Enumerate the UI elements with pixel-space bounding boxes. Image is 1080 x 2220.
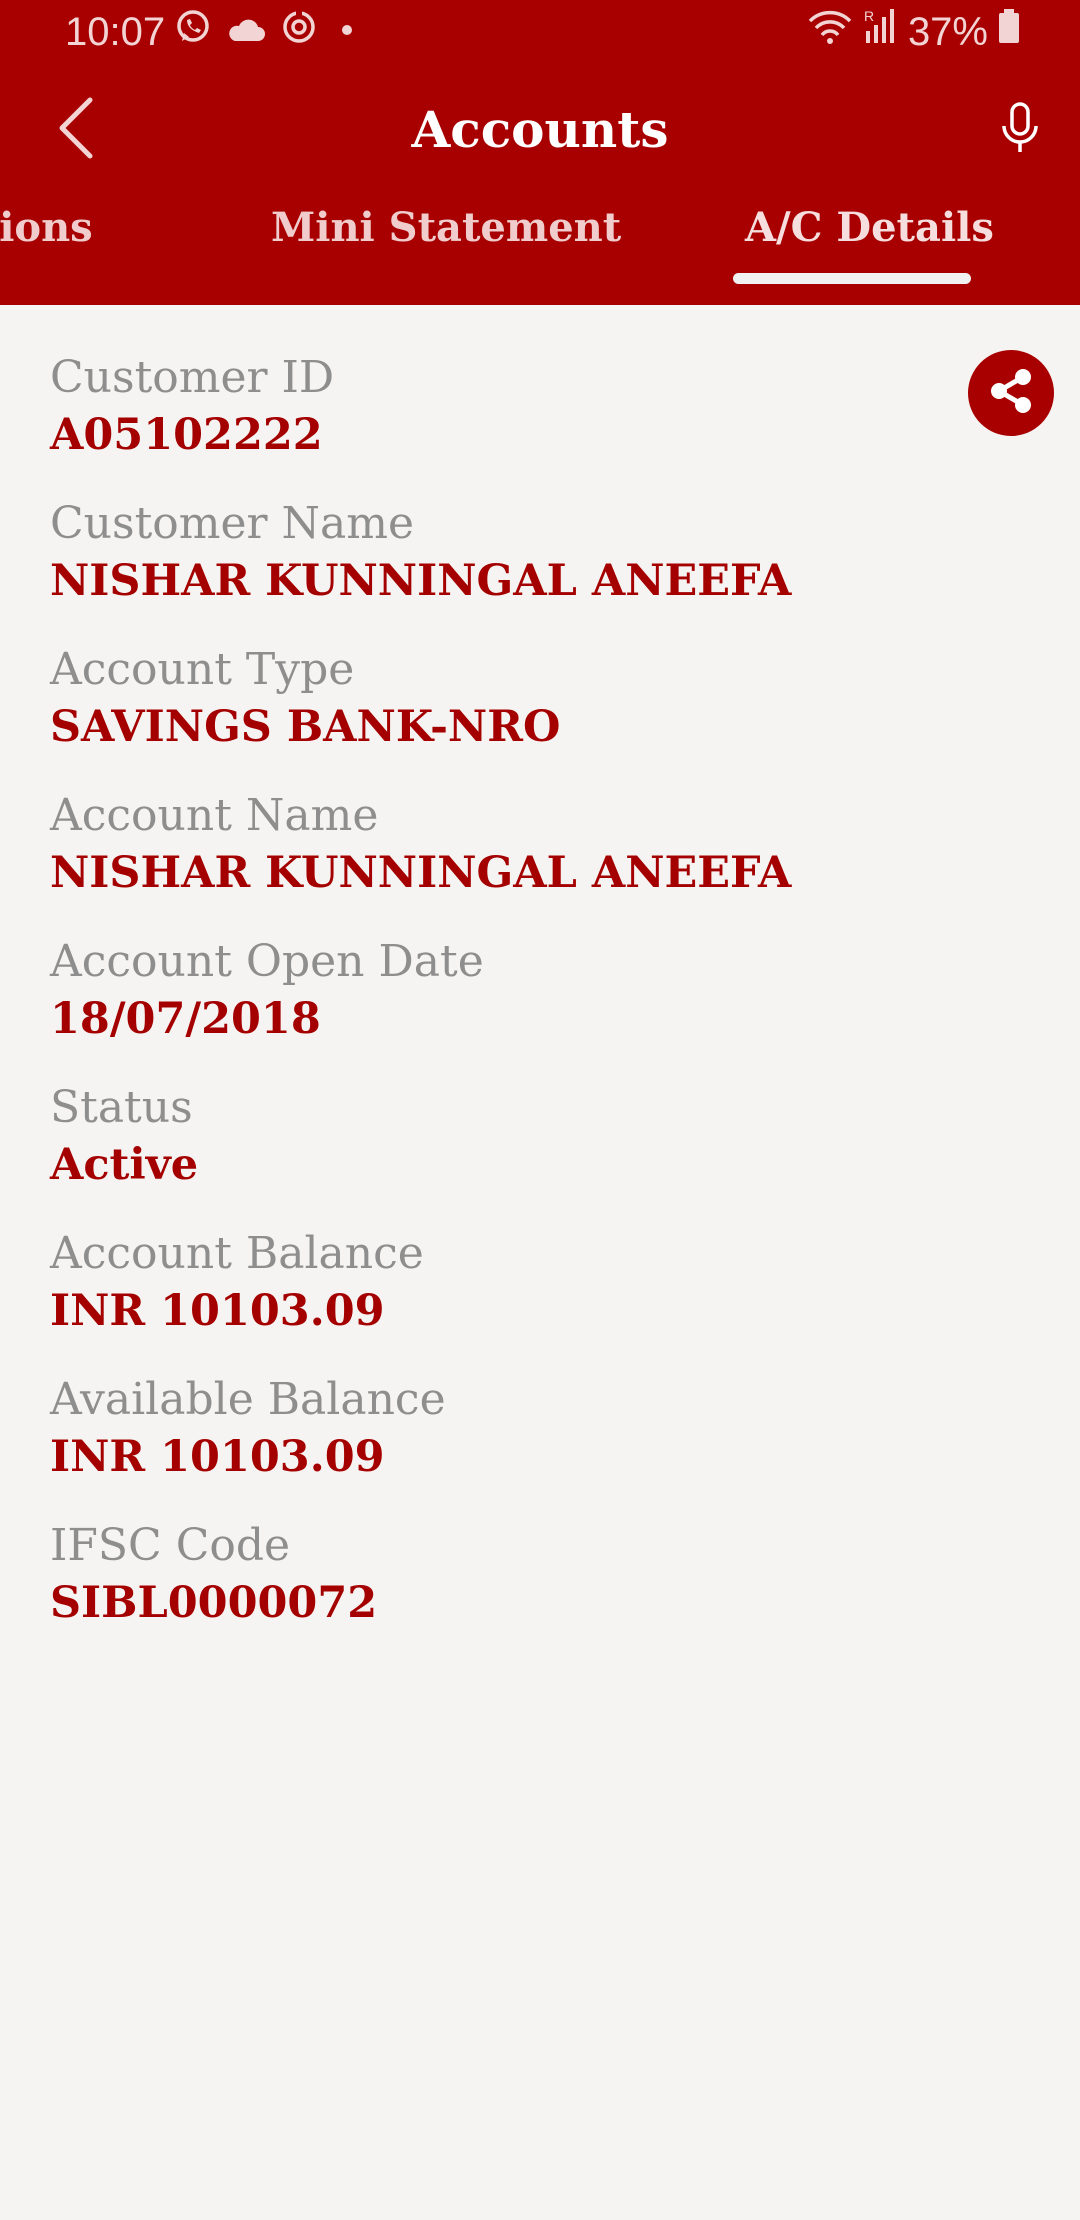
field-account-open-date: Account Open Date 18/07/2018 [50, 934, 950, 1048]
field-label: Customer Name [50, 498, 415, 549]
dot-icon [332, 10, 362, 55]
field-label: Status [50, 1082, 193, 1133]
field-value: INR 10103.09 [50, 1286, 385, 1336]
voice-search-button[interactable] [988, 98, 1052, 162]
field-account-name: Account Name NISHAR KUNNINGAL ANEEFA [50, 788, 950, 902]
field-account-type: Account Type SAVINGS BANK-NRO [50, 642, 950, 756]
battery-icon [998, 9, 1020, 55]
sync-icon [280, 8, 318, 56]
field-ifsc-code: IFSC Code SIBL0000072 [50, 1518, 950, 1632]
field-value: INR 10103.09 [50, 1432, 385, 1482]
active-tab-indicator [733, 273, 971, 284]
field-label: Account Name [50, 790, 379, 841]
system-icons: R 37% [808, 8, 1020, 56]
tab-bar: Transactions Mini Statement A/C Details [0, 195, 1080, 295]
microphone-icon [1000, 102, 1040, 158]
wifi-icon [808, 9, 852, 55]
field-customer-id: Customer ID A05102222 [50, 350, 950, 464]
field-value: 18/07/2018 [50, 994, 321, 1044]
tab-transactions[interactable]: Transactions [0, 195, 93, 261]
field-status: Status Active [50, 1080, 950, 1194]
whatsapp-icon [174, 8, 212, 56]
field-value: NISHAR KUNNINGAL ANEEFA [50, 556, 792, 606]
battery-percent: 37% [907, 10, 988, 54]
field-account-balance: Account Balance INR 10103.09 [50, 1226, 950, 1340]
field-value: SIBL0000072 [50, 1578, 378, 1628]
cloud-icon [226, 10, 266, 55]
field-customer-name: Customer Name NISHAR KUNNINGAL ANEEFA [50, 496, 950, 610]
field-label: Account Balance [50, 1228, 424, 1279]
field-label: Customer ID [50, 352, 335, 403]
field-label: Account Type [50, 644, 355, 695]
tab-mini-statement-label: Mini Statement [271, 204, 622, 251]
field-label: IFSC Code [50, 1520, 291, 1571]
notification-icons [174, 10, 362, 55]
field-value: A05102222 [50, 410, 323, 460]
tab-transactions-label: Transactions [0, 204, 93, 251]
share-button[interactable] [968, 350, 1054, 436]
share-icon [985, 365, 1037, 421]
field-value: NISHAR KUNNINGAL ANEEFA [50, 848, 792, 898]
tab-ac-details[interactable]: A/C Details [745, 195, 994, 261]
field-value: Active [50, 1140, 199, 1190]
svg-text:R: R [864, 8, 874, 24]
toolbar: Accounts [0, 80, 1080, 180]
field-label: Available Balance [50, 1374, 446, 1425]
signal-icon: R [862, 7, 898, 57]
status-time: 10:07 [65, 10, 166, 54]
page-title: Accounts [411, 100, 669, 159]
status-bar: 10:07 R 37% [0, 0, 1080, 64]
app-header: 10:07 R 37% Accounts ions Mini Statement… [0, 0, 1080, 305]
field-label: Account Open Date [50, 936, 484, 987]
field-available-balance: Available Balance INR 10103.09 [50, 1372, 950, 1486]
tab-mini-statement[interactable]: Mini Statement [271, 195, 621, 261]
field-value: SAVINGS BANK-NRO [50, 702, 561, 752]
tab-ac-details-label: A/C Details [745, 204, 994, 251]
